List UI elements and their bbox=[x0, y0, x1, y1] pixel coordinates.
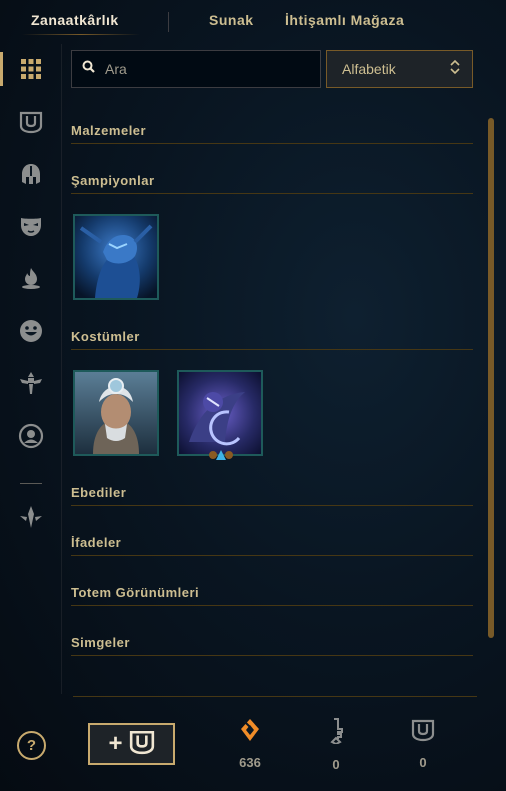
active-tab-underline bbox=[22, 34, 140, 35]
flame-icon[interactable] bbox=[14, 261, 48, 295]
sort-selected-value: Alfabetik bbox=[342, 61, 396, 77]
blue-essence-count: 636 bbox=[239, 755, 261, 770]
rail-active-indicator bbox=[0, 52, 3, 86]
section-icons[interactable]: Simgeler bbox=[71, 635, 473, 656]
champion-shard-tile[interactable] bbox=[73, 214, 159, 300]
ward-icon[interactable] bbox=[14, 500, 48, 534]
key-icon bbox=[326, 718, 346, 748]
section-eternals[interactable]: Ebediler bbox=[71, 485, 473, 506]
blue-essence-counter: 636 bbox=[230, 718, 270, 770]
chest-count: 0 bbox=[419, 755, 427, 770]
skin-art-image bbox=[179, 372, 261, 454]
tab-altar[interactable]: Sunak bbox=[209, 12, 254, 28]
skin-shard-tile[interactable] bbox=[73, 370, 159, 456]
plus-icon: + bbox=[108, 730, 123, 757]
sort-dropdown[interactable]: Alfabetik bbox=[326, 50, 473, 88]
tab-prestige-store[interactable]: İhtişamlı Mağaza bbox=[285, 12, 404, 28]
essence-icon bbox=[239, 719, 261, 746]
category-rail bbox=[0, 44, 62, 704]
champion-portrait-image bbox=[75, 216, 157, 298]
scrollbar[interactable] bbox=[488, 118, 494, 638]
section-skins[interactable]: Kostümler bbox=[71, 329, 473, 350]
search-icon bbox=[82, 60, 95, 78]
emote-icon[interactable] bbox=[14, 314, 48, 348]
section-emotes[interactable]: İfadeler bbox=[71, 535, 473, 556]
tab-crafting[interactable]: Zanaatkârlık bbox=[31, 12, 119, 28]
bottom-divider bbox=[73, 696, 477, 697]
chest-icon[interactable] bbox=[14, 105, 48, 139]
rarity-gem-icon bbox=[207, 448, 235, 460]
chest-icon bbox=[129, 729, 155, 760]
search-input[interactable] bbox=[105, 61, 305, 77]
rail-divider bbox=[20, 483, 42, 484]
search-field[interactable] bbox=[71, 50, 321, 88]
skin-shard-tile[interactable] bbox=[177, 370, 263, 460]
add-chest-button[interactable]: + bbox=[88, 723, 175, 765]
help-button[interactable]: ? bbox=[17, 731, 46, 760]
section-champions[interactable]: Şampiyonlar bbox=[71, 173, 473, 194]
chest-counter: 0 bbox=[403, 718, 443, 770]
tab-separator bbox=[168, 12, 169, 32]
key-counter: 0 bbox=[316, 718, 356, 772]
helmet-icon[interactable] bbox=[14, 157, 48, 191]
top-tabs: Zanaatkârlık Sunak İhtişamlı Mağaza bbox=[0, 0, 506, 44]
key-count: 0 bbox=[332, 757, 340, 772]
profile-icon[interactable] bbox=[14, 419, 48, 453]
chest-icon bbox=[411, 719, 435, 746]
totem-icon[interactable] bbox=[14, 366, 48, 400]
mask-icon[interactable] bbox=[14, 209, 48, 243]
skin-art-image bbox=[75, 372, 157, 454]
section-materials[interactable]: Malzemeler bbox=[71, 123, 473, 144]
up-down-chevron-icon bbox=[450, 59, 460, 80]
section-ward-skins[interactable]: Totem Görünümleri bbox=[71, 585, 473, 606]
grid-icon[interactable] bbox=[14, 52, 48, 86]
